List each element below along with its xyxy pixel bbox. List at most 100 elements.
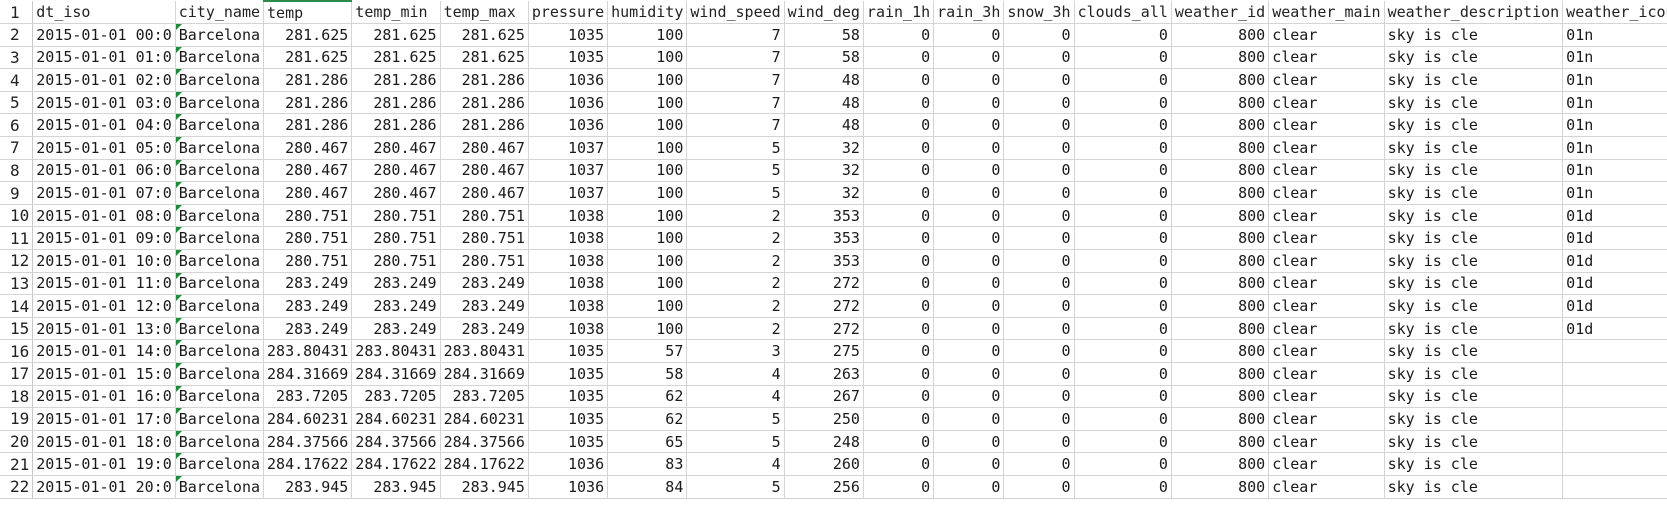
table-cell[interactable]: sky is cle	[1384, 272, 1564, 296]
table-cell[interactable]: sky is cle	[1384, 68, 1564, 92]
table-cell[interactable]: 48	[784, 91, 864, 115]
table-cell[interactable]: 280.751	[440, 226, 529, 251]
table-cell[interactable]: 281.286	[263, 68, 353, 92]
table-cell[interactable]: sky is cle	[1384, 204, 1564, 228]
table-cell[interactable]: 281.286	[440, 68, 529, 92]
table-cell[interactable]: 800	[1171, 452, 1270, 476]
table-cell[interactable]: 1	[1562, 475, 1667, 499]
table-cell[interactable]: 284.17622	[440, 452, 529, 476]
table-cell[interactable]: 263	[784, 362, 864, 386]
table-cell[interactable]: 800	[1171, 46, 1270, 70]
table-cell[interactable]: clear	[1268, 23, 1385, 47]
table-cell[interactable]: 283.7205	[351, 385, 441, 409]
table-cell[interactable]: 4	[686, 452, 785, 476]
table-cell[interactable]: 100	[607, 317, 688, 341]
table-cell[interactable]: 1035	[528, 385, 609, 409]
table-cell[interactable]: 0	[1003, 294, 1075, 318]
table-cell[interactable]: clear	[1268, 91, 1385, 115]
table-cell[interactable]: 100	[607, 113, 688, 138]
table-cell[interactable]: 0	[1003, 91, 1075, 115]
table-cell[interactable]: 0	[1003, 430, 1075, 454]
table-cell[interactable]: 100	[607, 136, 688, 160]
table-cell[interactable]: 284.37566	[440, 430, 529, 454]
table-cell[interactable]: 0	[1074, 68, 1172, 92]
table-cell[interactable]: 1038	[528, 272, 609, 296]
column-header-cell[interactable]: weather_id	[1171, 1, 1270, 25]
table-cell[interactable]: 0	[933, 68, 1005, 92]
column-header-cell[interactable]: temp	[263, 0, 353, 25]
table-cell[interactable]: 1	[1562, 452, 1667, 476]
table-cell[interactable]: 281.625	[263, 23, 353, 47]
table-cell[interactable]: 283.945	[440, 475, 529, 499]
table-cell[interactable]: 0	[863, 23, 935, 47]
table-cell[interactable]: Barcelona	[175, 272, 265, 296]
table-cell[interactable]: 0	[1003, 272, 1075, 296]
table-cell[interactable]: sky is cle	[1384, 249, 1564, 273]
table-cell[interactable]: sky is cle	[1384, 452, 1564, 476]
table-cell[interactable]: 2	[686, 294, 785, 318]
table-cell[interactable]: 1035	[528, 339, 609, 363]
table-cell[interactable]: 281.625	[263, 46, 353, 70]
table-cell[interactable]: 01d	[1562, 294, 1667, 318]
table-cell[interactable]: 0	[1003, 362, 1075, 386]
table-cell[interactable]: 0	[863, 407, 935, 431]
column-header-cell[interactable]: humidity	[607, 1, 688, 25]
table-cell[interactable]: sky is cle	[1384, 113, 1564, 138]
table-cell[interactable]: 2	[686, 249, 785, 273]
table-cell[interactable]: 1038	[528, 226, 609, 251]
table-cell[interactable]: 281.286	[351, 91, 441, 115]
table-cell[interactable]: 281.286	[440, 113, 529, 138]
table-cell[interactable]: Barcelona	[175, 204, 265, 228]
table-cell[interactable]: clear	[1268, 475, 1385, 499]
table-cell[interactable]: 1	[1562, 430, 1667, 454]
table-cell[interactable]: 0	[1074, 339, 1172, 363]
table-cell[interactable]: 2015-01-01 12:0	[32, 294, 176, 318]
table-cell[interactable]: 0	[1074, 294, 1172, 318]
table-cell[interactable]: 284.17622	[351, 452, 441, 476]
table-cell[interactable]: sky is cle	[1384, 136, 1564, 160]
table-cell[interactable]: 1037	[528, 159, 609, 183]
table-cell[interactable]: 0	[933, 294, 1005, 318]
table-cell[interactable]: 800	[1171, 23, 1270, 47]
table-cell[interactable]: 272	[784, 317, 864, 341]
table-cell[interactable]: 2015-01-01 17:0	[32, 407, 176, 431]
table-cell[interactable]: clear	[1268, 159, 1385, 183]
table-cell[interactable]: 280.751	[351, 226, 441, 251]
table-cell[interactable]: sky is cle	[1384, 317, 1564, 341]
table-cell[interactable]: clear	[1268, 452, 1385, 476]
table-cell[interactable]: 5	[686, 136, 785, 160]
table-cell[interactable]: 1036	[528, 91, 609, 115]
table-cell[interactable]: 1	[1562, 339, 1667, 363]
table-cell[interactable]: sky is cle	[1384, 430, 1564, 454]
table-cell[interactable]: 800	[1171, 317, 1270, 341]
table-cell[interactable]: 0	[1074, 204, 1172, 228]
table-cell[interactable]: 1035	[528, 430, 609, 454]
table-cell[interactable]: 0	[1074, 46, 1172, 70]
table-cell[interactable]: Barcelona	[175, 46, 265, 70]
table-cell[interactable]: 0	[1003, 23, 1075, 47]
table-cell[interactable]: 1037	[528, 181, 609, 205]
row-header[interactable]: 11	[0, 226, 34, 251]
table-cell[interactable]: 280.751	[263, 226, 353, 251]
table-cell[interactable]: 0	[1074, 91, 1172, 115]
row-header[interactable]: 13	[0, 272, 34, 296]
table-cell[interactable]: 01d	[1562, 272, 1667, 296]
column-header-cell[interactable]: weather_icon	[1562, 1, 1667, 25]
table-cell[interactable]: 0	[933, 475, 1005, 499]
table-cell[interactable]: 57	[607, 339, 688, 363]
table-cell[interactable]: 283.249	[263, 272, 353, 296]
table-cell[interactable]: 58	[784, 46, 864, 70]
column-header-cell[interactable]: pressure	[528, 1, 609, 25]
table-cell[interactable]: 0	[863, 159, 935, 183]
table-cell[interactable]: 01n	[1562, 136, 1667, 160]
table-cell[interactable]: Barcelona	[175, 475, 265, 499]
table-cell[interactable]: 0	[863, 226, 935, 251]
table-cell[interactable]: 280.751	[263, 249, 353, 273]
table-cell[interactable]: 0	[933, 317, 1005, 341]
row-header[interactable]: 5	[0, 91, 34, 115]
table-cell[interactable]: 100	[607, 226, 688, 251]
column-header-cell[interactable]: city_name	[175, 1, 265, 25]
table-cell[interactable]: 0	[863, 91, 935, 115]
table-cell[interactable]: 0	[1003, 452, 1075, 476]
table-cell[interactable]: 0	[863, 430, 935, 454]
